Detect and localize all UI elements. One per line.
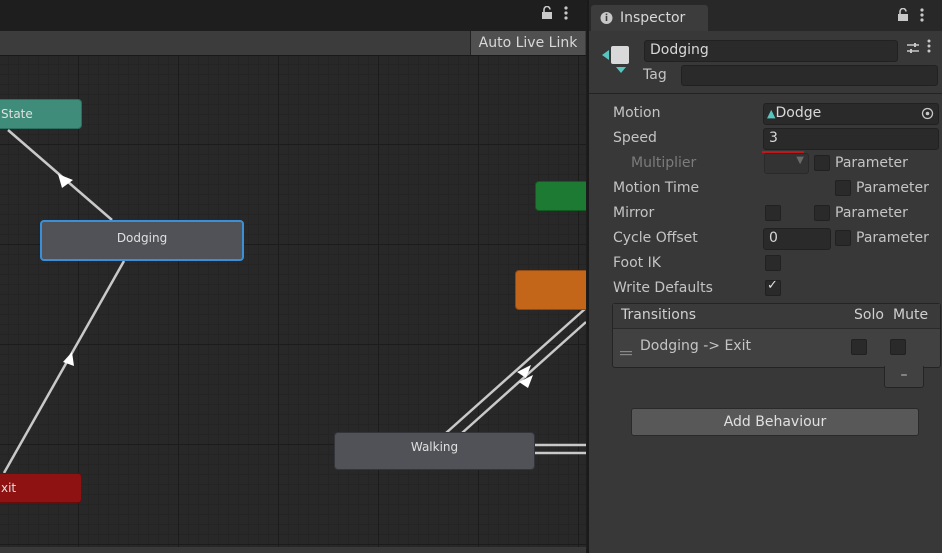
inspector-tab-label: Inspector (620, 10, 686, 26)
remove-transition-button[interactable]: – (884, 366, 924, 388)
mute-column-label: Mute (893, 307, 929, 323)
auto-live-link-button[interactable]: Auto Live Link (470, 31, 585, 55)
remove-transition-label: – (900, 367, 908, 383)
state-name-value: Dodging (650, 42, 709, 58)
animator-window: Auto Live Link State Dodging Walking xit (0, 0, 586, 553)
transition-mute-checkbox[interactable] (890, 339, 906, 355)
exit-state-node[interactable]: xit (0, 473, 82, 503)
motion-field[interactable]: ▲Dodge (763, 103, 939, 125)
write-defaults-label: Write Defaults (613, 280, 713, 296)
tab-inspector[interactable]: Inspector (591, 5, 708, 31)
speed-value: 3 (769, 130, 778, 146)
transitions-header-label: Transitions (621, 307, 696, 323)
motion-time-parameter-checkbox[interactable] (835, 180, 851, 196)
multiplier-dropdown[interactable]: ▼ (764, 153, 809, 174)
add-behaviour-button[interactable]: Add Behaviour (631, 408, 919, 436)
cycle-offset-parameter-checkbox[interactable] (835, 230, 851, 246)
entry-state-node[interactable]: State (0, 99, 82, 129)
motion-time-label: Motion Time (613, 180, 700, 196)
inspector-panel: Inspector Dodging Tag Motion ▲Dodge Spee… (587, 0, 942, 553)
transition-row[interactable]: Dodging -> Exit (613, 329, 940, 365)
any-state-node[interactable] (535, 181, 586, 211)
animator-state-icon (599, 40, 633, 78)
lock-icon[interactable] (541, 5, 553, 24)
transition-lines (2, 129, 586, 474)
exit-state-label: xit (1, 481, 17, 495)
cycle-offset-field[interactable]: 0 (763, 228, 831, 250)
mirror-label: Mirror (613, 205, 655, 221)
speed-field[interactable]: 3 (763, 128, 939, 150)
transition-label: Dodging -> Exit (640, 338, 751, 354)
mirror-parameter-label: Parameter (835, 205, 908, 221)
inspector-tab-bar: Inspector (589, 0, 942, 31)
state-name-field[interactable]: Dodging (644, 40, 898, 62)
transition-solo-checkbox[interactable] (851, 339, 867, 355)
info-icon (600, 5, 613, 40)
motion-label: Motion (613, 105, 661, 121)
transition-dodging-to-exit (2, 260, 126, 474)
mirror-parameter-checkbox[interactable] (814, 205, 830, 221)
cycle-offset-label: Cycle Offset (613, 230, 698, 246)
cycle-offset-value: 0 (769, 230, 778, 246)
add-behaviour-label: Add Behaviour (723, 414, 827, 430)
checkmark-icon: ✓ (767, 278, 778, 293)
entry-state-label: State (1, 107, 33, 121)
animator-title-bar (0, 0, 586, 32)
transition-walking-up-b (461, 321, 586, 434)
transitions-header: Transitions Solo Mute (613, 304, 940, 329)
walking-state-node[interactable]: Walking (334, 432, 535, 470)
divider (589, 93, 942, 94)
drag-handle-icon[interactable] (620, 342, 632, 361)
kebab-menu-icon[interactable] (563, 5, 569, 25)
dodging-state-label: Dodging (116, 231, 168, 245)
transition-walking-up-a (445, 307, 586, 434)
presets-icon[interactable] (906, 40, 920, 59)
tag-field[interactable] (681, 65, 938, 86)
cycle-offset-parameter-label: Parameter (856, 230, 929, 246)
object-picker-icon[interactable] (921, 107, 934, 124)
kebab-menu-icon[interactable] (919, 7, 925, 27)
animator-scrollbar[interactable] (0, 547, 586, 553)
write-defaults-checkbox[interactable]: ✓ (765, 278, 781, 296)
dodging-state-node[interactable]: Dodging (40, 220, 244, 261)
multiplier-label: Multiplier (631, 155, 697, 171)
chevron-down-icon: ▼ (796, 155, 804, 166)
solo-column-label: Solo (854, 307, 884, 323)
speed-label: Speed (613, 130, 657, 146)
mirror-checkbox[interactable] (765, 205, 781, 221)
tag-label: Tag (643, 67, 667, 83)
foot-ik-label: Foot IK (613, 255, 661, 271)
walking-state-label: Walking (410, 440, 459, 454)
motion-time-parameter-label: Parameter (856, 180, 929, 196)
multiplier-parameter-checkbox[interactable] (814, 155, 830, 171)
transitions-list: Transitions Solo Mute Dodging -> Exit (612, 303, 941, 368)
multiplier-parameter-label: Parameter (835, 155, 908, 171)
motion-value: Dodge (775, 105, 822, 121)
foot-ik-checkbox[interactable] (765, 255, 781, 271)
kebab-menu-icon[interactable] (926, 38, 932, 58)
state-graph-canvas[interactable]: State Dodging Walking xit (0, 56, 586, 548)
lock-icon[interactable] (897, 7, 909, 26)
default-state-node[interactable] (515, 270, 586, 310)
